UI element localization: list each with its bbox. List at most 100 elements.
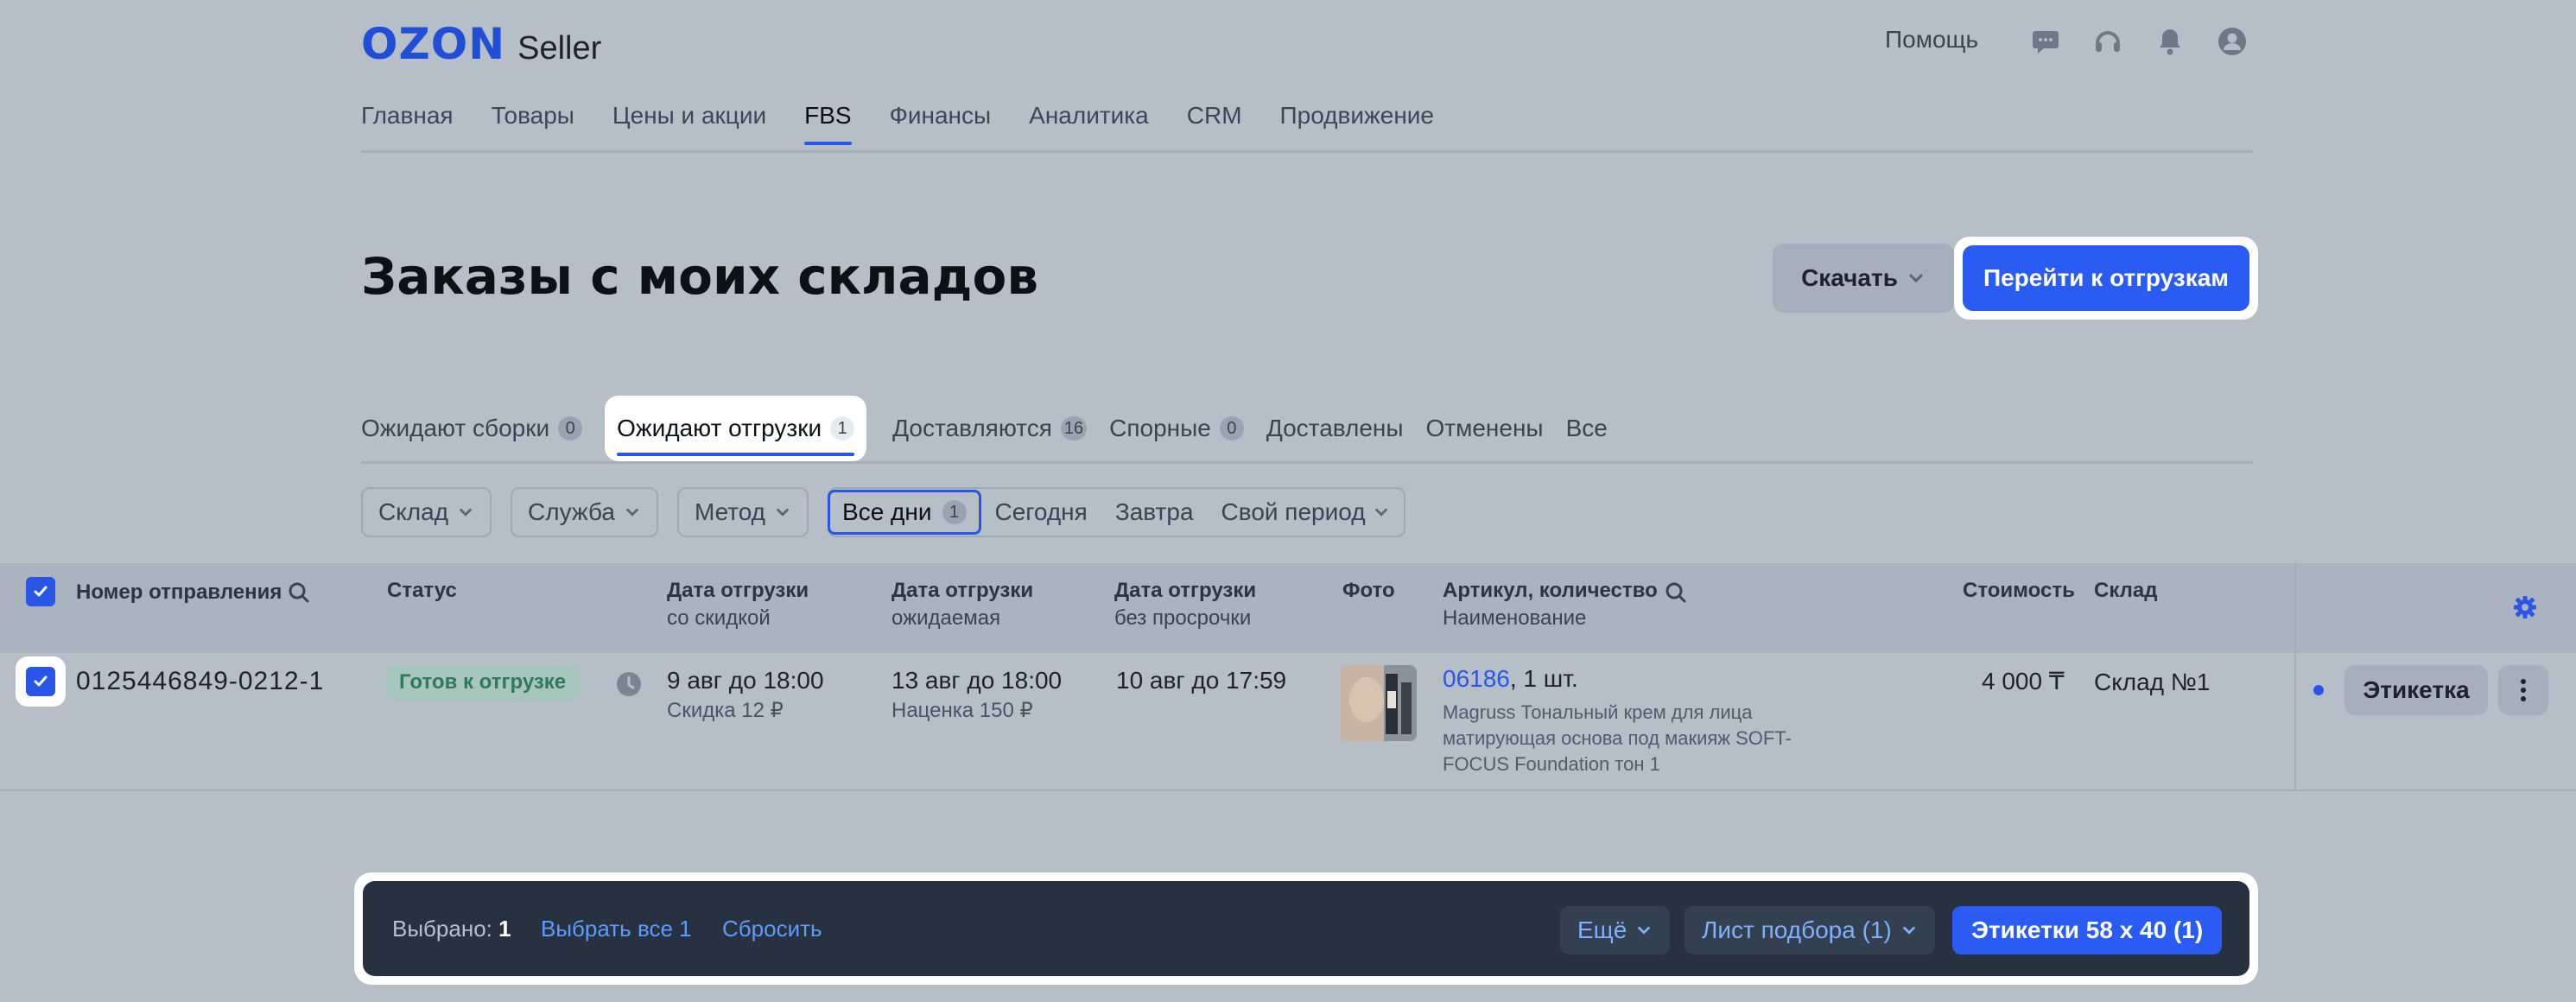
period-label: Все дни — [842, 498, 932, 525]
col-photo: Фото — [1342, 579, 1395, 602]
tab-label: Доставляются — [892, 415, 1052, 441]
gear-icon[interactable] — [2512, 594, 2538, 620]
row-divider — [0, 790, 2576, 791]
search-icon[interactable] — [287, 580, 311, 605]
clock-icon[interactable] — [615, 670, 643, 698]
period-all-days[interactable]: Все дни 1 — [828, 490, 981, 535]
chevron-down-icon — [1638, 926, 1651, 935]
filters-bar: Склад Служба Метод Все дни 1 Сегодня Зав… — [361, 487, 1405, 537]
unread-dot — [2313, 685, 2324, 695]
go-to-shipments-button[interactable]: Перейти к отгрузкам — [1963, 245, 2249, 311]
nav-divider — [361, 150, 2253, 153]
nav-item-promotion[interactable]: Продвижение — [1280, 102, 1435, 145]
nav-item-finance[interactable]: Финансы — [890, 102, 992, 145]
download-label: Скачать — [1801, 264, 1898, 291]
shipment-number-link[interactable]: 0125446849-0212-1 — [76, 667, 324, 696]
tab-cancelled[interactable]: Отменены — [1426, 396, 1544, 461]
period-custom[interactable]: Свой период — [1208, 489, 1404, 536]
tab-disputed[interactable]: Спорные 0 — [1109, 396, 1244, 461]
download-button[interactable]: Скачать — [1773, 244, 1954, 313]
tab-awaiting-assembly[interactable]: Ожидают сборки 0 — [361, 396, 583, 461]
date-discount: 9 авг до 18:00 — [667, 667, 824, 694]
method-filter[interactable]: Метод — [676, 487, 809, 537]
column-separator — [2294, 563, 2296, 790]
tab-label: Спорные — [1109, 415, 1211, 441]
product-image — [1341, 665, 1417, 741]
col-article: Артикул, количество Наименование — [1443, 579, 1658, 630]
print-labels-button[interactable]: Этикетки 58 x 40 (1) — [1952, 906, 2223, 954]
logo-seller: Seller — [517, 30, 602, 67]
chevron-down-icon — [460, 508, 472, 517]
nav-item-analytics[interactable]: Аналитика — [1029, 102, 1149, 145]
period-tomorrow[interactable]: Завтра — [1101, 489, 1208, 536]
tab-delivering[interactable]: Доставляются 16 — [892, 396, 1088, 461]
select-all-checkbox[interactable] — [26, 577, 55, 606]
service-filter[interactable]: Служба — [511, 487, 658, 537]
warehouse-name: Склад №1 — [2094, 669, 2211, 695]
chat-icon[interactable] — [2030, 26, 2061, 57]
period-label: Свой период — [1221, 498, 1366, 525]
reset-link[interactable]: Сбросить — [722, 916, 822, 942]
col-number: Номер отправления — [76, 580, 282, 604]
status-badge: Готов к отгрузке — [387, 665, 579, 700]
article-link[interactable]: 06186 — [1443, 665, 1510, 692]
tab-awaiting-shipment[interactable]: Ожидают отгрузки 1 — [605, 396, 867, 461]
tab-count-badge: 16 — [1060, 416, 1088, 441]
selected-info: Выбрано: 1 — [392, 916, 511, 942]
search-icon[interactable] — [1664, 580, 1688, 605]
price: 4 000 ₸ — [1982, 668, 2065, 694]
help-link[interactable]: Помощь — [1885, 26, 1978, 54]
logo-ozon: OZON — [361, 19, 506, 69]
tab-all[interactable]: Все — [1566, 396, 1608, 461]
nav-item-main[interactable]: Главная — [361, 102, 454, 145]
period-today[interactable]: Сегодня — [981, 489, 1101, 536]
col-warehouse: Склад — [2094, 579, 2158, 602]
chevron-down-icon — [1903, 926, 1915, 935]
period-count-badge: 1 — [942, 500, 967, 524]
filter-label: Склад — [378, 498, 449, 525]
discount-note: Скидка 12 ₽ — [667, 699, 784, 722]
more-vertical-icon — [2521, 679, 2526, 701]
date-period-selector: Все дни 1 Сегодня Завтра Свой период — [828, 487, 1405, 537]
markup-note: Наценка 150 ₽ — [891, 699, 1033, 722]
row-checkbox[interactable] — [26, 667, 55, 696]
chevron-down-icon — [777, 508, 789, 517]
bell-icon[interactable] — [2154, 26, 2186, 57]
tabs-divider — [361, 461, 2253, 464]
tab-count-badge: 1 — [830, 416, 855, 441]
col-price: Стоимость — [1963, 579, 2075, 602]
headset-icon[interactable] — [2092, 26, 2123, 57]
chevron-down-icon — [626, 508, 638, 517]
nav-item-fbs[interactable]: FBS — [804, 102, 853, 145]
pick-list-button[interactable]: Лист подбора (1) — [1685, 906, 1935, 954]
status-tabs: Ожидают сборки 0 Ожидают отгрузки 1 Дост… — [361, 396, 1630, 461]
col-status: Статус — [387, 579, 457, 602]
tab-delivered[interactable]: Доставлены — [1266, 396, 1404, 461]
col-date-expected: Дата отгрузки ожидаемая — [891, 579, 1034, 630]
tab-label: Доставлены — [1266, 415, 1404, 441]
label-button[interactable]: Этикетка — [2344, 665, 2488, 715]
chevron-down-icon — [1374, 508, 1387, 517]
filter-label: Служба — [528, 498, 615, 525]
warehouse-filter[interactable]: Склад — [361, 487, 492, 537]
pick-list-label: Лист подбора (1) — [1702, 916, 1892, 943]
more-actions-button[interactable]: Ещё — [1560, 906, 1671, 954]
chevron-down-icon — [1909, 274, 1923, 283]
more-label: Ещё — [1577, 916, 1627, 943]
check-icon — [34, 586, 48, 597]
row-more-button[interactable] — [2498, 665, 2548, 715]
nav-item-prices[interactable]: Цены и акции — [612, 102, 766, 145]
nav-item-products[interactable]: Товары — [492, 102, 574, 145]
quantity: , 1 шт. — [1509, 665, 1578, 692]
article-cell: 06186, 1 шт. — [1443, 665, 1578, 693]
check-icon — [34, 675, 48, 687]
tab-count-badge: 0 — [1219, 416, 1244, 441]
date-expected: 13 авг до 18:00 — [891, 667, 1063, 694]
account-icon[interactable] — [2217, 26, 2248, 57]
select-all-link[interactable]: Выбрать все 1 — [541, 916, 692, 942]
ozon-seller-logo[interactable]: OZON Seller — [361, 19, 601, 69]
col-date-discount: Дата отгрузки со скидкой — [667, 579, 809, 630]
tab-count-badge: 0 — [558, 416, 583, 441]
nav-item-crm[interactable]: CRM — [1187, 102, 1242, 145]
product-photo[interactable] — [1341, 665, 1417, 741]
